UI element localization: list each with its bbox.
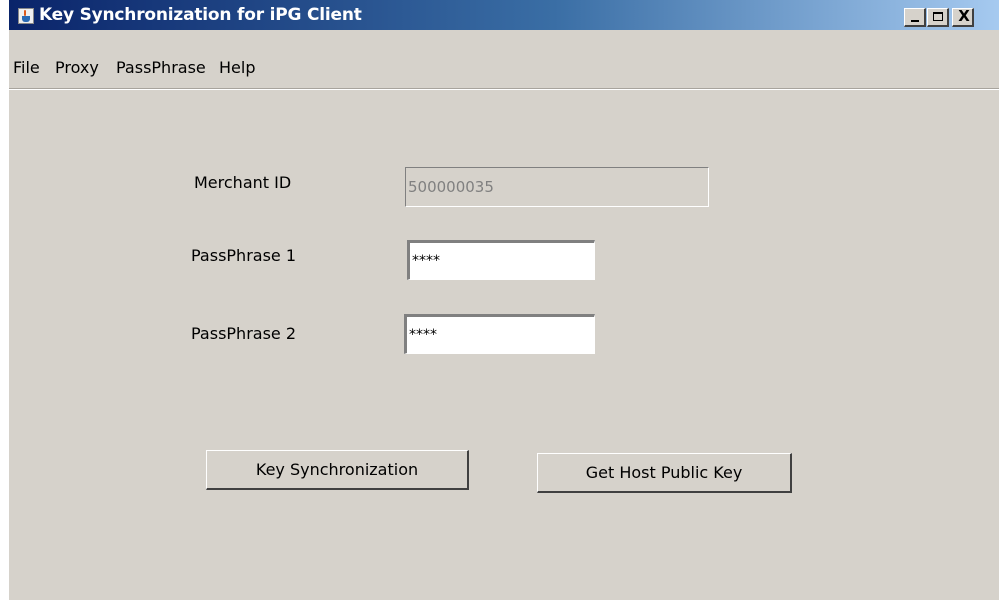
maximize-icon bbox=[933, 12, 943, 21]
minimize-button[interactable] bbox=[904, 8, 926, 27]
merchant-id-field[interactable] bbox=[405, 167, 709, 207]
passphrase2-label: PassPhrase 2 bbox=[191, 324, 297, 343]
java-cup-icon[interactable] bbox=[18, 8, 34, 24]
passphrase1-field[interactable] bbox=[407, 240, 595, 280]
passphrase2-field[interactable] bbox=[404, 314, 595, 354]
maximize-button[interactable] bbox=[927, 8, 949, 27]
menu-help[interactable]: Help bbox=[219, 58, 255, 77]
menu-separator bbox=[9, 88, 999, 90]
minimize-icon bbox=[911, 20, 919, 22]
title-bar[interactable]: Key Synchronization for iPG Client X bbox=[9, 0, 999, 30]
merchant-id-label: Merchant ID bbox=[194, 173, 292, 192]
get-host-public-key-button[interactable]: Get Host Public Key bbox=[537, 453, 792, 493]
menu-proxy[interactable]: Proxy bbox=[55, 58, 99, 77]
passphrase1-label: PassPhrase 1 bbox=[191, 246, 297, 265]
close-icon: X bbox=[958, 7, 970, 25]
get-host-public-key-label: Get Host Public Key bbox=[585, 462, 743, 482]
close-button[interactable]: X bbox=[952, 7, 974, 27]
menu-file[interactable]: File bbox=[13, 58, 40, 77]
app-window: Key Synchronization for iPG Client X Fil… bbox=[8, 0, 999, 600]
window-title: Key Synchronization for iPG Client bbox=[39, 5, 362, 25]
key-synchronization-label: Key Synchronization bbox=[255, 459, 419, 479]
cup-shape bbox=[22, 16, 30, 22]
key-synchronization-button[interactable]: Key Synchronization bbox=[206, 450, 469, 490]
menu-passphrase[interactable]: PassPhrase bbox=[116, 58, 206, 77]
